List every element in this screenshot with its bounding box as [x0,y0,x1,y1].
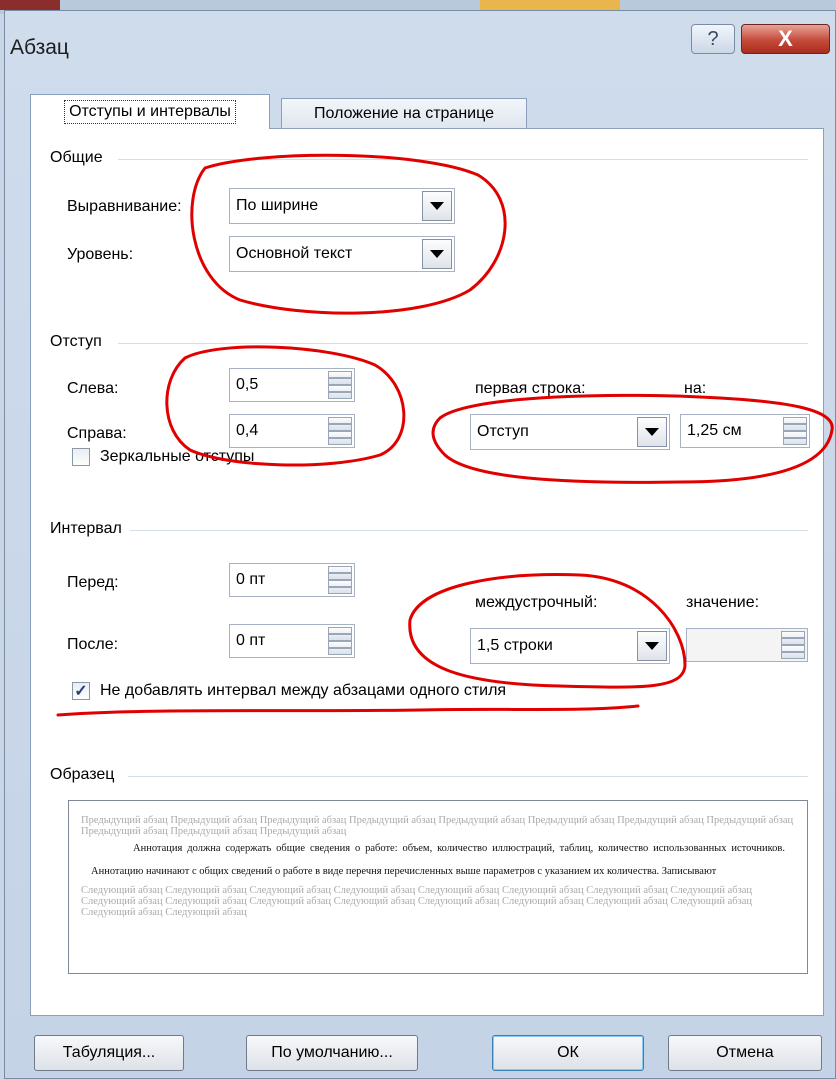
spin-down-icon[interactable] [328,641,352,655]
dropdown-arrow-icon[interactable] [637,417,667,447]
close-icon: X [778,26,793,51]
help-icon: ? [707,27,719,50]
first-line-by-value: 1,25 см [687,422,742,439]
line-spacing-value: 1,5 строки [477,637,553,654]
spin-up-icon[interactable] [328,566,352,580]
dont-add-spacing-checkbox[interactable]: ✓ [72,682,90,700]
group-title-indent: Отступ [50,333,110,351]
indent-left-spinner[interactable]: 0,5 [229,368,355,402]
mirror-indents-label: Зеркальные отступы [100,448,255,465]
indent-right-spinner[interactable]: 0,4 [229,414,355,448]
line-spacing-label: междустрочный: [475,594,598,611]
dropdown-arrow-icon[interactable] [422,191,452,221]
group-divider [118,159,808,160]
alignment-value: По ширине [236,197,319,214]
spacing-before-spinner[interactable]: 0 пт [229,563,355,597]
tabs-button[interactable]: Табуляция... [34,1035,184,1071]
spin-down-icon[interactable] [783,431,807,445]
spacing-after-value: 0 пт [236,632,266,649]
dialog-title: Абзац [10,36,69,59]
group-title-spacing: Интервал [50,520,130,538]
spin-down-icon[interactable] [328,431,352,445]
tab-label: Отступы и интервалы [64,100,236,124]
spacing-after-spinner[interactable]: 0 пт [229,624,355,658]
alignment-label: Выравнивание: [67,198,182,215]
spin-down-icon[interactable] [328,385,352,399]
first-line-select[interactable]: Отступ [470,414,670,450]
tab-page-position[interactable]: Положение на странице [281,98,527,128]
group-divider [130,530,808,531]
first-line-by-spinner[interactable]: 1,25 см [680,414,810,448]
spin-up-icon[interactable] [781,631,805,645]
background-app-fragment [0,0,60,10]
cancel-button[interactable]: Отмена [668,1035,822,1071]
spin-up-icon[interactable] [783,417,807,431]
preview-previous-paragraph: Предыдущий абзац Предыдущий абзац Предыд… [81,815,794,837]
dropdown-arrow-icon[interactable] [637,631,667,661]
first-line-by-label: на: [684,380,707,397]
cancel-button-label: Отмена [716,1044,774,1061]
spacing-at-label: значение: [686,594,760,611]
dropdown-arrow-icon[interactable] [422,239,452,269]
spin-down-icon[interactable] [328,580,352,594]
spacing-at-spinner[interactable] [686,628,808,662]
ok-button-label: ОК [557,1044,579,1061]
spacing-before-value: 0 пт [236,571,266,588]
group-title-general: Общие [50,149,111,167]
indent-right-label: Справа: [67,425,127,442]
help-button[interactable]: ? [691,24,735,54]
checkmark-icon: ✓ [74,683,88,700]
first-line-label: первая строка: [475,380,586,397]
first-line-value: Отступ [477,423,529,440]
indent-left-value: 0,5 [236,376,259,393]
ok-button[interactable]: ОК [492,1035,644,1071]
line-spacing-select[interactable]: 1,5 строки [470,628,670,664]
spin-down-icon[interactable] [781,645,805,659]
preview-next-paragraph: Следующий абзац Следующий абзац Следующи… [81,885,753,918]
mirror-indents-checkbox[interactable] [72,448,90,466]
level-value: Основной текст [236,245,353,262]
level-label: Уровень: [67,246,134,263]
spacing-before-label: Перед: [67,574,119,591]
default-button-label: По умолчанию... [271,1044,393,1061]
preview-box: Предыдущий абзац Предыдущий абзац Предыд… [68,800,808,974]
close-button[interactable]: X [741,24,830,54]
preview-current-paragraph: Аннотация должна содержать общие сведени… [91,843,785,877]
spin-up-icon[interactable] [328,371,352,385]
tab-indents-spacing[interactable]: Отступы и интервалы [30,94,270,129]
group-divider [128,776,808,777]
spin-up-icon[interactable] [328,627,352,641]
group-title-preview: Образец [50,766,123,784]
indent-left-label: Слева: [67,380,119,397]
group-divider [118,343,808,344]
alignment-select[interactable]: По ширине [229,188,455,224]
dont-add-spacing-label: Не добавлять интервал между абзацами одн… [100,682,507,699]
indent-right-value: 0,4 [236,422,259,439]
tabs-button-label: Табуляция... [62,1044,156,1061]
default-button[interactable]: По умолчанию... [246,1035,418,1071]
level-select[interactable]: Основной текст [229,236,455,272]
spin-up-icon[interactable] [328,417,352,431]
tab-label: Положение на странице [314,104,494,122]
spacing-after-label: После: [67,636,119,653]
